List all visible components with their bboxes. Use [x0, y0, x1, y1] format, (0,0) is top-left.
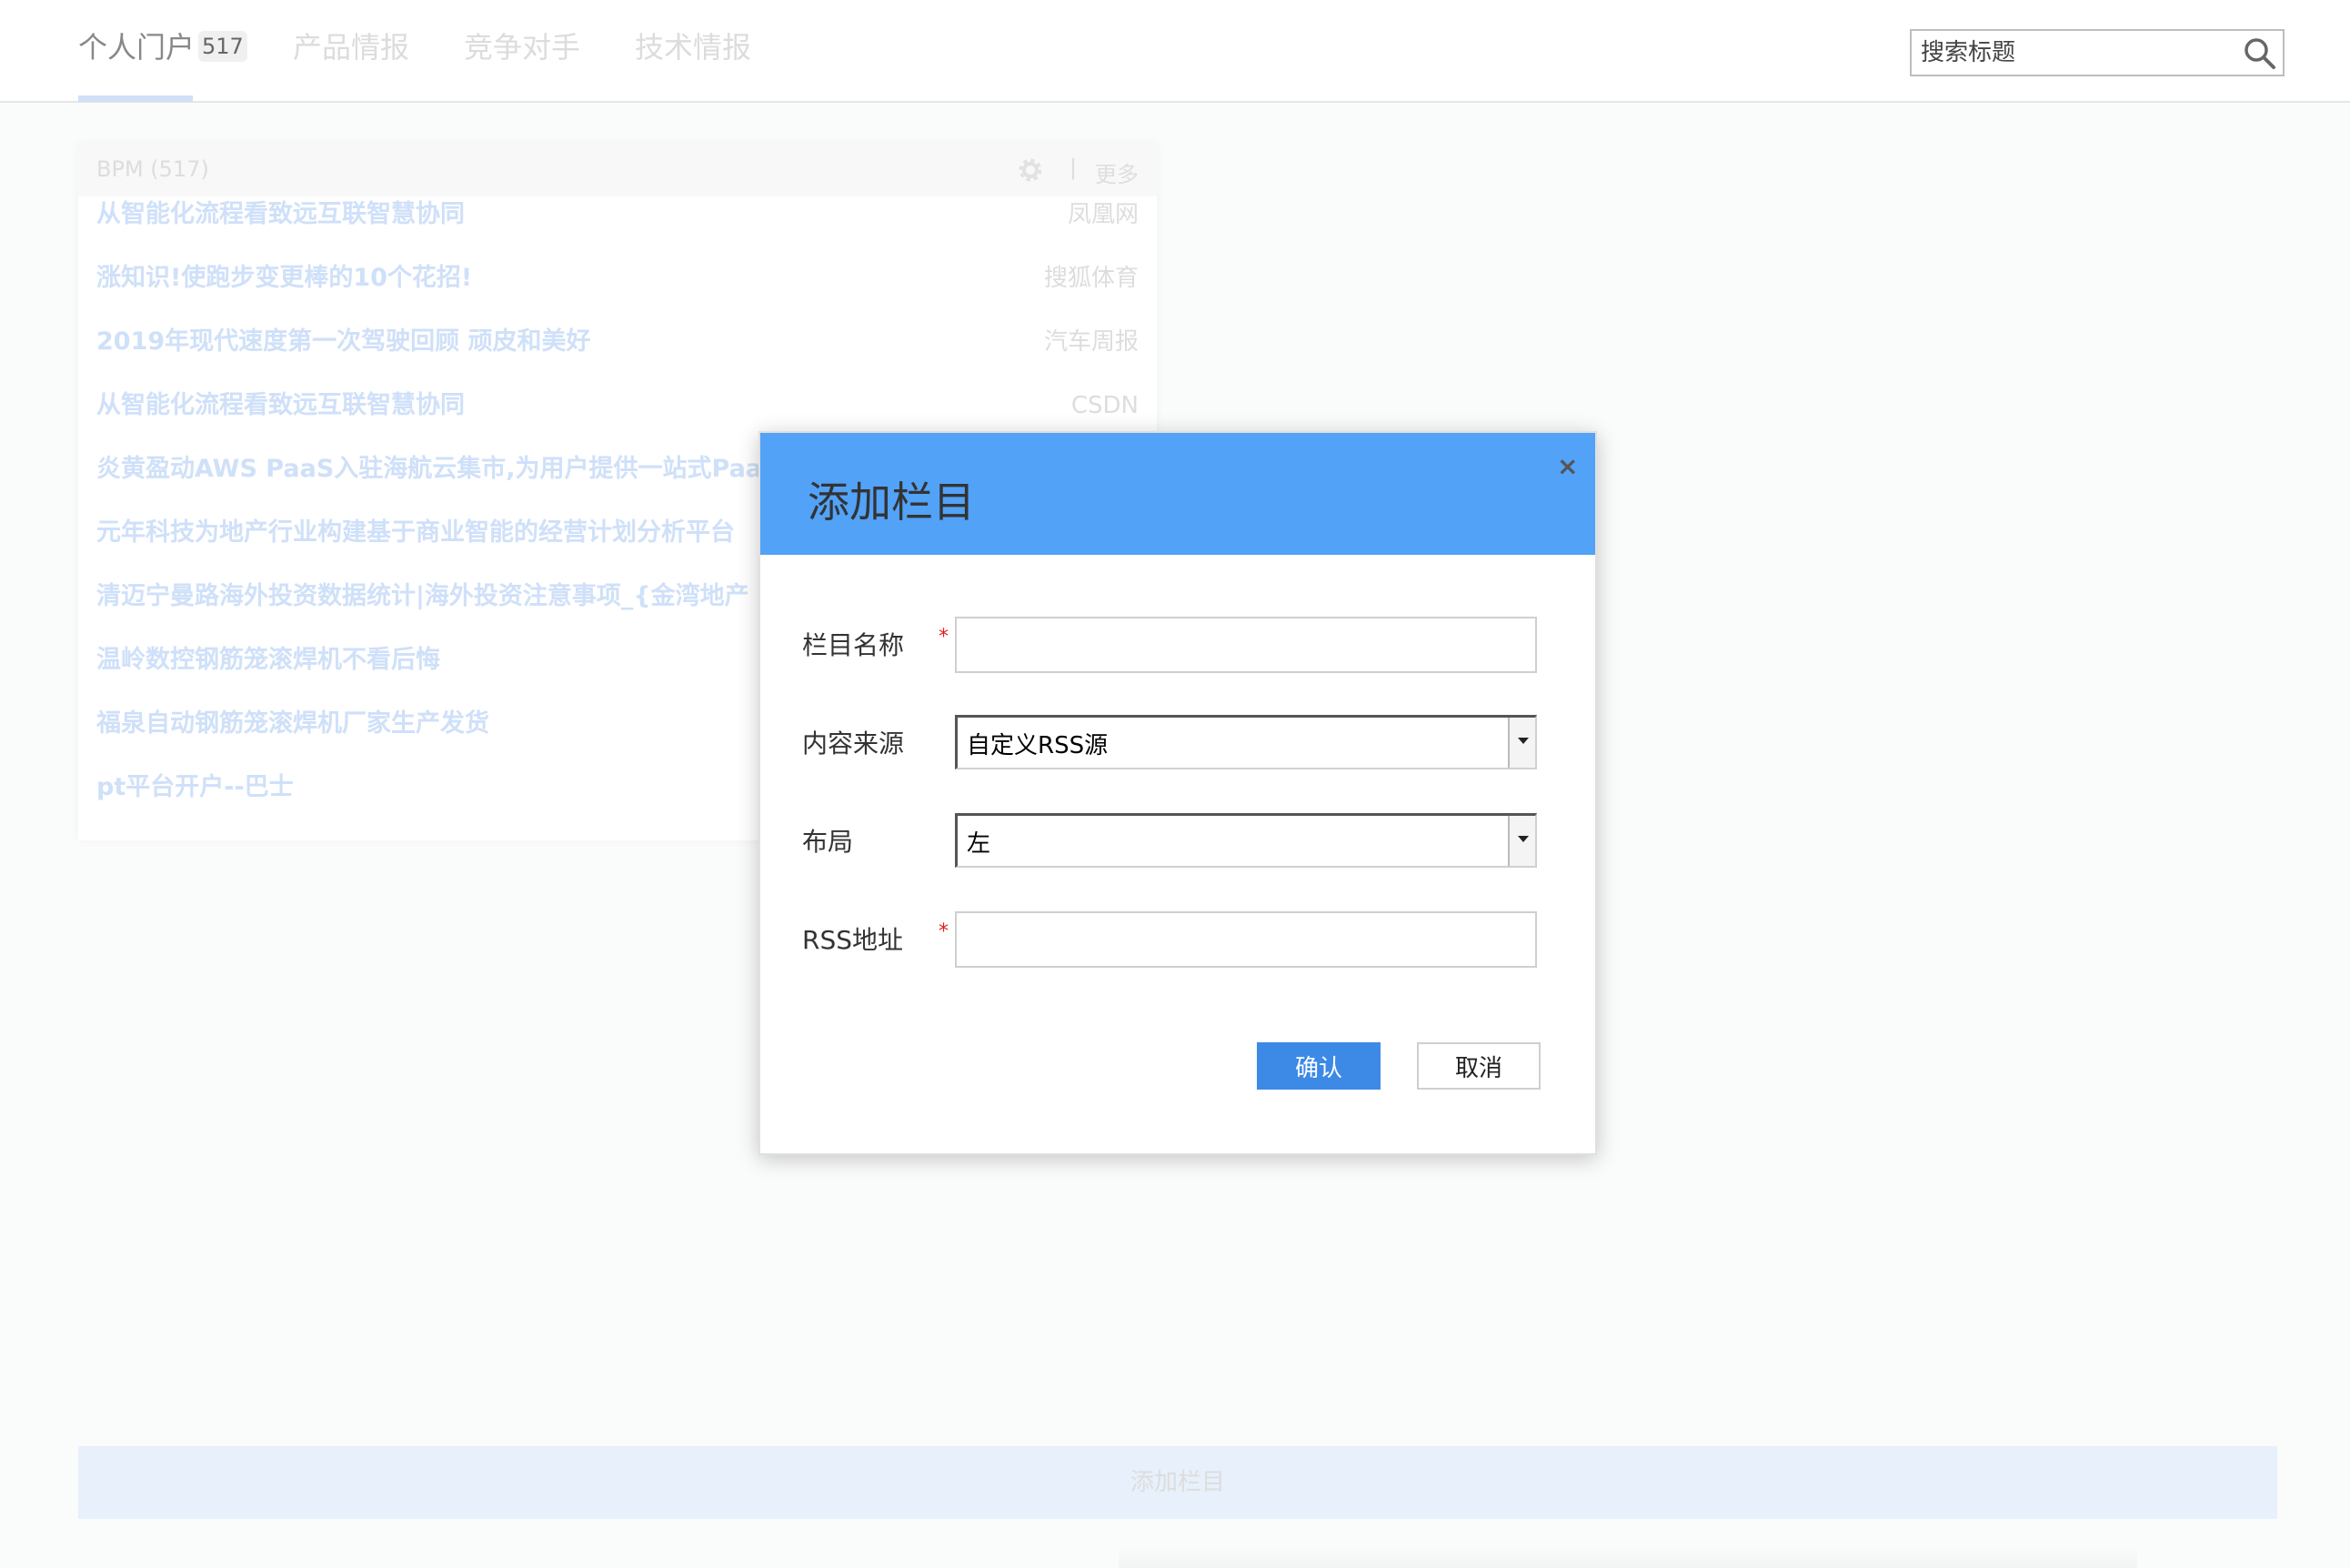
select-value: 左 — [967, 830, 991, 858]
tab-label: 个人门户 — [78, 30, 196, 65]
tab-product-intel[interactable]: 产品情报 — [293, 27, 409, 67]
close-icon[interactable]: × — [1557, 453, 1578, 480]
news-source: 汽车周报 — [1043, 328, 1139, 356]
dialog-header: 添加栏目 × — [760, 433, 1595, 555]
tab-competitors[interactable]: 竞争对手 — [464, 27, 580, 67]
top-nav-bar: 个人门户 517 产品情报 竞争对手 技术情报 — [0, 0, 2350, 103]
content-source-select[interactable]: 自定义RSS源 — [955, 715, 1537, 769]
news-title[interactable]: 清迈宁曼路海外投资数据统计|海外投资注意事项_{金湾地产 — [96, 578, 749, 615]
news-source: 凤凰网 — [1067, 201, 1139, 228]
add-column-bar[interactable]: 添加栏目 — [78, 1446, 2277, 1519]
news-title[interactable]: 涨知识!使跑步变更棒的10个花招! — [96, 260, 472, 297]
news-title[interactable]: 温岭数控钢筋笼滚焊机不看后悔 — [96, 642, 440, 678]
list-item[interactable]: 涨知识!使跑步变更棒的10个花招! 搜狐体育 — [78, 260, 1157, 324]
news-title[interactable]: pt平台开户--巴士 — [96, 769, 294, 806]
layout-label: 布局 — [802, 827, 854, 857]
content-source-label: 内容来源 — [802, 729, 905, 759]
tab-tech-intel[interactable]: 技术情报 — [635, 27, 751, 67]
gear-icon[interactable] — [1017, 156, 1044, 184]
news-source: CSDN — [1070, 392, 1139, 419]
tab-count-badge: 517 — [198, 31, 247, 62]
news-source: 搜狐体育 — [1043, 265, 1139, 292]
search-input[interactable] — [1912, 31, 2230, 75]
chevron-down-icon[interactable] — [1508, 718, 1535, 768]
add-column-dialog: 添加栏目 × 栏目名称 * 内容来源 自定义RSS源 布局 左 RSS地址 * … — [758, 431, 1597, 1155]
news-title[interactable]: 福泉自动钢筋笼滚焊机厂家生产发货 — [96, 706, 489, 742]
cancel-button[interactable]: 取消 — [1417, 1042, 1541, 1090]
more-link[interactable]: 更多 — [1095, 156, 1139, 188]
confirm-button[interactable]: 确认 — [1257, 1042, 1381, 1090]
news-title[interactable]: 从智能化流程看致远互联智慧协同 — [96, 196, 465, 233]
tab-personal-portal[interactable]: 个人门户 517 — [78, 27, 247, 67]
column-name-input[interactable] — [955, 617, 1537, 673]
header-separator: | — [1070, 155, 1078, 180]
rss-url-input[interactable] — [955, 911, 1537, 968]
rss-url-label: RSS地址 — [802, 925, 904, 955]
search-icon[interactable] — [2243, 36, 2277, 71]
select-value: 自定义RSS源 — [967, 732, 1109, 759]
search-box — [1910, 29, 2285, 76]
layout-select[interactable]: 左 — [955, 813, 1537, 868]
list-item[interactable]: 2019年现代速度第一次驾驶回顾 顽皮和美好 汽车周报 — [78, 324, 1157, 387]
news-title[interactable]: 2019年现代速度第一次驾驶回顾 顽皮和美好 — [96, 324, 591, 360]
bottom-shadow — [1119, 1546, 2137, 1568]
news-title[interactable]: 元年科技为地产行业构建基于商业智能的经营计划分析平台 — [96, 515, 735, 551]
active-tab-indicator — [78, 95, 193, 102]
news-title[interactable]: 炎黄盈动AWS PaaS入驻海航云集市,为用户提供一站式Paa — [96, 451, 762, 487]
chevron-down-icon[interactable] — [1508, 816, 1535, 866]
required-mark: * — [939, 626, 949, 648]
list-item[interactable]: 从智能化流程看致远互联智慧协同 凤凰网 — [78, 196, 1157, 260]
portlet-title: BPM (517) — [96, 156, 209, 182]
portlet-header: BPM (517) | 更多 — [78, 144, 1157, 196]
news-title[interactable]: 从智能化流程看致远互联智慧协同 — [96, 387, 465, 424]
dialog-title: 添加栏目 — [808, 477, 975, 527]
column-name-label: 栏目名称 — [802, 630, 905, 660]
required-mark: * — [939, 920, 949, 943]
